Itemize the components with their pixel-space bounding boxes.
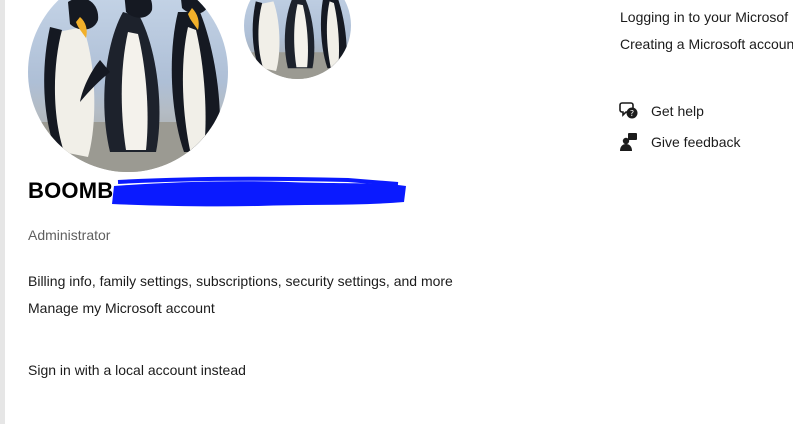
give-feedback-label: Give feedback <box>651 134 741 150</box>
avatar-large <box>28 0 228 172</box>
user-name: BOOMB <box>28 178 114 203</box>
related-link-logging-in[interactable]: Logging in to your Microsof <box>620 9 788 25</box>
get-help-label: Get help <box>651 103 704 119</box>
give-feedback-link[interactable]: Give feedback <box>619 132 741 152</box>
penguin-avatar-image <box>28 0 228 172</box>
feedback-person-icon <box>619 132 639 152</box>
name-redaction-scribble <box>108 176 412 210</box>
manage-account-link[interactable]: Manage my Microsoft account <box>28 300 215 316</box>
left-rail <box>0 0 5 424</box>
help-chat-icon: ? <box>619 101 639 121</box>
account-role: Administrator <box>28 227 111 243</box>
account-description: Billing info, family settings, subscript… <box>28 273 453 289</box>
get-help-link[interactable]: ? Get help <box>619 101 704 121</box>
local-account-link[interactable]: Sign in with a local account instead <box>28 362 246 378</box>
penguin-avatar-thumbnail <box>244 0 351 79</box>
svg-text:?: ? <box>630 109 634 118</box>
related-link-creating-account[interactable]: Creating a Microsoft accoun <box>620 36 793 52</box>
avatar-small[interactable] <box>244 0 351 79</box>
